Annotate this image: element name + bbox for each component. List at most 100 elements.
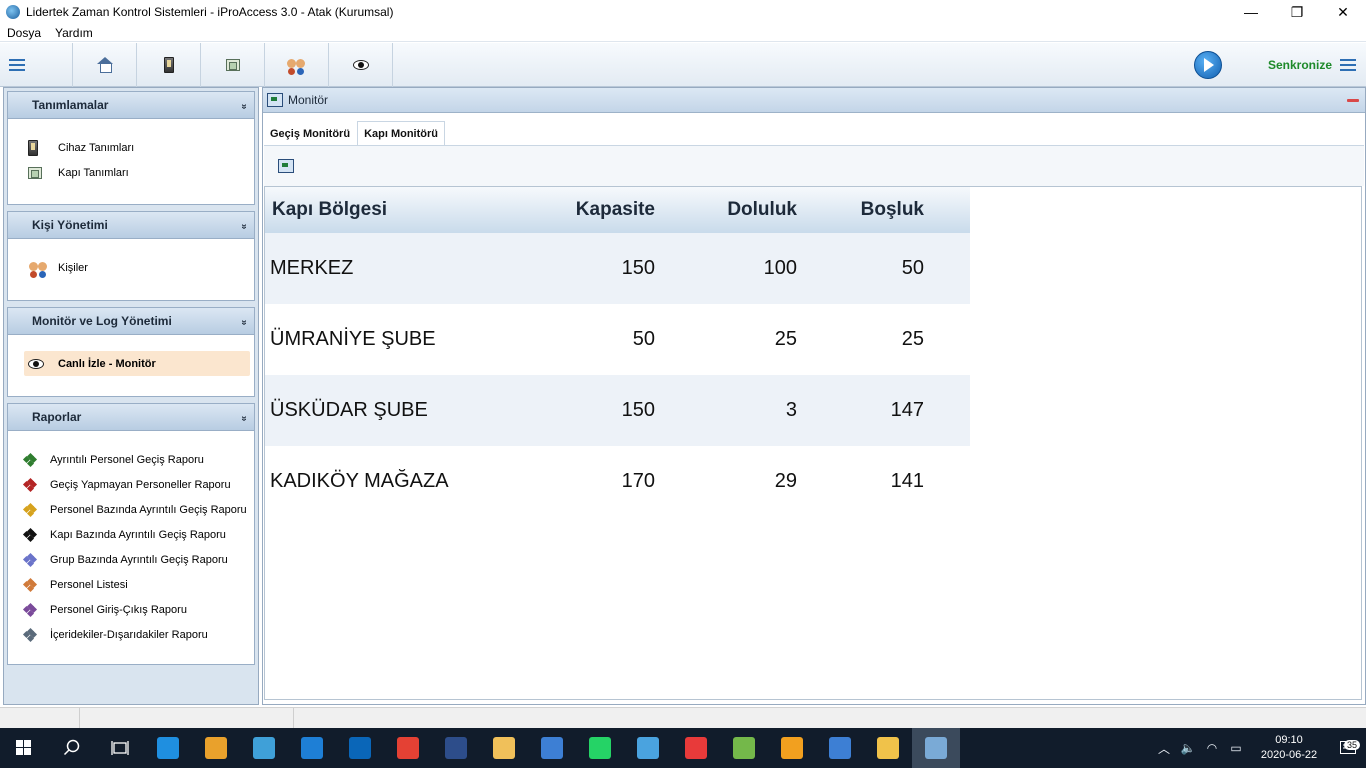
monitor-button[interactable] — [329, 42, 393, 87]
minimize-button[interactable]: — — [1228, 0, 1274, 24]
cell-doluluk: 3 — [655, 375, 797, 446]
device-icon — [163, 56, 174, 73]
status-bar — [0, 707, 1366, 729]
column-header-bosluk[interactable]: Boşluk — [797, 187, 924, 233]
taskbar-app-button[interactable] — [720, 728, 768, 768]
panel-header-kisi-yonetimi[interactable]: Kişi Yönetimi » — [7, 211, 255, 239]
taskbar-app-button[interactable] — [528, 728, 576, 768]
window-title: Lidertek Zaman Kontrol Sistemleri - iPro… — [26, 5, 394, 19]
collapse-button[interactable] — [1347, 99, 1359, 102]
taskbar-app-button[interactable] — [432, 728, 480, 768]
notification-button[interactable]: 35 — [1330, 740, 1366, 755]
report-item-label: Personel Giriş-Çıkış Raporu — [50, 603, 187, 616]
ie-icon — [301, 737, 323, 759]
taskbar-app-button[interactable] — [624, 728, 672, 768]
teamviewer-icon — [733, 737, 755, 759]
device-button[interactable] — [137, 42, 201, 87]
close-button[interactable]: ✕ — [1320, 0, 1366, 24]
taskbar-app-button[interactable] — [576, 728, 624, 768]
xamarin-icon — [829, 737, 851, 759]
table-row[interactable]: KADIKÖY MAĞAZA 170 29 141 — [265, 446, 970, 517]
notes-icon — [781, 737, 803, 759]
table-row[interactable]: MERKEZ 150 100 50 — [265, 233, 970, 304]
column-header-kapasite[interactable]: Kapasite — [505, 187, 655, 233]
cell-kapasite: 150 — [505, 233, 655, 304]
report-item[interactable]: Kapı Bazında Ayrıntılı Geçiş Raporu — [8, 522, 254, 547]
report-icon — [22, 477, 38, 492]
taskbar-app-button[interactable] — [912, 728, 960, 768]
report-item[interactable]: Personel Listesi — [8, 572, 254, 597]
battery-icon[interactable]: ▭ — [1224, 741, 1248, 755]
report-icon — [22, 502, 38, 517]
start-button[interactable] — [0, 728, 48, 768]
taskbar-app-button[interactable] — [672, 728, 720, 768]
toolbar-menu-button[interactable] — [0, 43, 34, 87]
sidebar-item-cihaz-tanimlari[interactable]: Cihaz Tanımları — [8, 135, 254, 160]
chevron-down-icon[interactable]: » — [239, 223, 250, 227]
report-icon — [22, 552, 38, 567]
volume-icon[interactable]: 🔈 — [1176, 741, 1200, 755]
report-item[interactable]: İçeridekiler-Dışarıdakiler Raporu — [8, 622, 254, 647]
taskbar-app-button[interactable] — [864, 728, 912, 768]
sidebar-item-label: Kapı Tanımları — [58, 166, 129, 179]
eye-icon — [28, 358, 50, 369]
export-icon[interactable] — [278, 159, 294, 173]
report-icon — [22, 452, 38, 467]
taskbar-app-button[interactable] — [144, 728, 192, 768]
table-row[interactable]: ÜSKÜDAR ŞUBE 150 3 147 — [265, 375, 970, 446]
door-button[interactable] — [201, 42, 265, 87]
report-icon — [22, 527, 38, 542]
table-header-row: Kapı Bölgesi Kapasite Doluluk Boşluk — [265, 187, 970, 233]
chevron-up-icon[interactable]: ︿ — [1152, 740, 1176, 757]
door-icon — [225, 58, 240, 71]
tab-kapi-monitoru[interactable]: Kapı Monitörü — [357, 121, 445, 145]
report-item[interactable]: Geçiş Yapmayan Personeller Raporu — [8, 472, 254, 497]
sidebar-item-kisiler[interactable]: Kişiler — [8, 255, 254, 280]
iproaccess-icon — [925, 737, 947, 759]
taskbar-app-button[interactable] — [192, 728, 240, 768]
wifi-icon[interactable]: ◠ — [1200, 741, 1224, 755]
panel-header-raporlar[interactable]: Raporlar » — [7, 403, 255, 431]
taskbar-app-button[interactable] — [336, 728, 384, 768]
report-item[interactable]: Personel Giriş-Çıkış Raporu — [8, 597, 254, 622]
taskbar-app-button[interactable] — [480, 728, 528, 768]
sidebar-item-label: Kişiler — [58, 261, 88, 274]
chevron-down-icon[interactable]: » — [239, 319, 250, 323]
search-button[interactable] — [48, 728, 96, 768]
panel-header-tanimlamalar[interactable]: Tanımlamalar » — [7, 91, 255, 119]
sync-button[interactable]: Senkronize — [1268, 58, 1332, 72]
cell-kapi-bolgesi: ÜMRANİYE ŞUBE — [265, 304, 505, 375]
table-row[interactable]: ÜMRANİYE ŞUBE 50 25 25 — [265, 304, 970, 375]
users-button[interactable] — [265, 42, 329, 87]
menu-dosya[interactable]: Dosya — [0, 26, 48, 40]
play-icon[interactable] — [1193, 51, 1222, 79]
taskbar-app-button[interactable] — [240, 728, 288, 768]
chevron-down-icon[interactable]: » — [239, 103, 250, 107]
column-header-doluluk[interactable]: Doluluk — [655, 187, 797, 233]
menu-icon[interactable] — [1340, 59, 1356, 71]
clock-time: 09:10 — [1275, 734, 1303, 746]
report-item-label: Geçiş Yapmayan Personeller Raporu — [50, 478, 231, 491]
taskbar-app-button[interactable] — [288, 728, 336, 768]
report-item[interactable]: Personel Bazında Ayrıntılı Geçiş Raporu — [8, 497, 254, 522]
menu-yardim[interactable]: Yardım — [48, 26, 100, 40]
panel-title: Tanımlamalar — [32, 98, 109, 112]
clock[interactable]: 09:10 2020-06-22 — [1248, 733, 1330, 763]
chevron-down-icon[interactable]: » — [239, 415, 250, 419]
home-button[interactable] — [73, 42, 137, 87]
report-item[interactable]: Ayrıntılı Personel Geçiş Raporu — [8, 447, 254, 472]
task-view-icon — [111, 741, 129, 755]
column-header-kapi-bolgesi[interactable]: Kapı Bölgesi — [265, 187, 505, 233]
taskbar-app-button[interactable] — [816, 728, 864, 768]
sidebar-item-canli-izle-monitor[interactable]: Canlı İzle - Monitör — [24, 351, 250, 376]
task-view-button[interactable] — [96, 728, 144, 768]
cell-doluluk: 25 — [655, 304, 797, 375]
taskbar-app-button[interactable] — [384, 728, 432, 768]
panel-header-monitor-log[interactable]: Monitör ve Log Yönetimi » — [7, 307, 255, 335]
tab-gecis-monitoru[interactable]: Geçiş Monitörü — [263, 123, 357, 145]
sidebar-item-kapi-tanimlari[interactable]: Kapı Tanımları — [8, 160, 254, 185]
report-item[interactable]: Grup Bazında Ayrıntılı Geçiş Raporu — [8, 547, 254, 572]
taskbar-app-button[interactable] — [768, 728, 816, 768]
maximize-button[interactable]: ❐ — [1274, 0, 1320, 24]
taskbar-apps — [144, 728, 960, 768]
